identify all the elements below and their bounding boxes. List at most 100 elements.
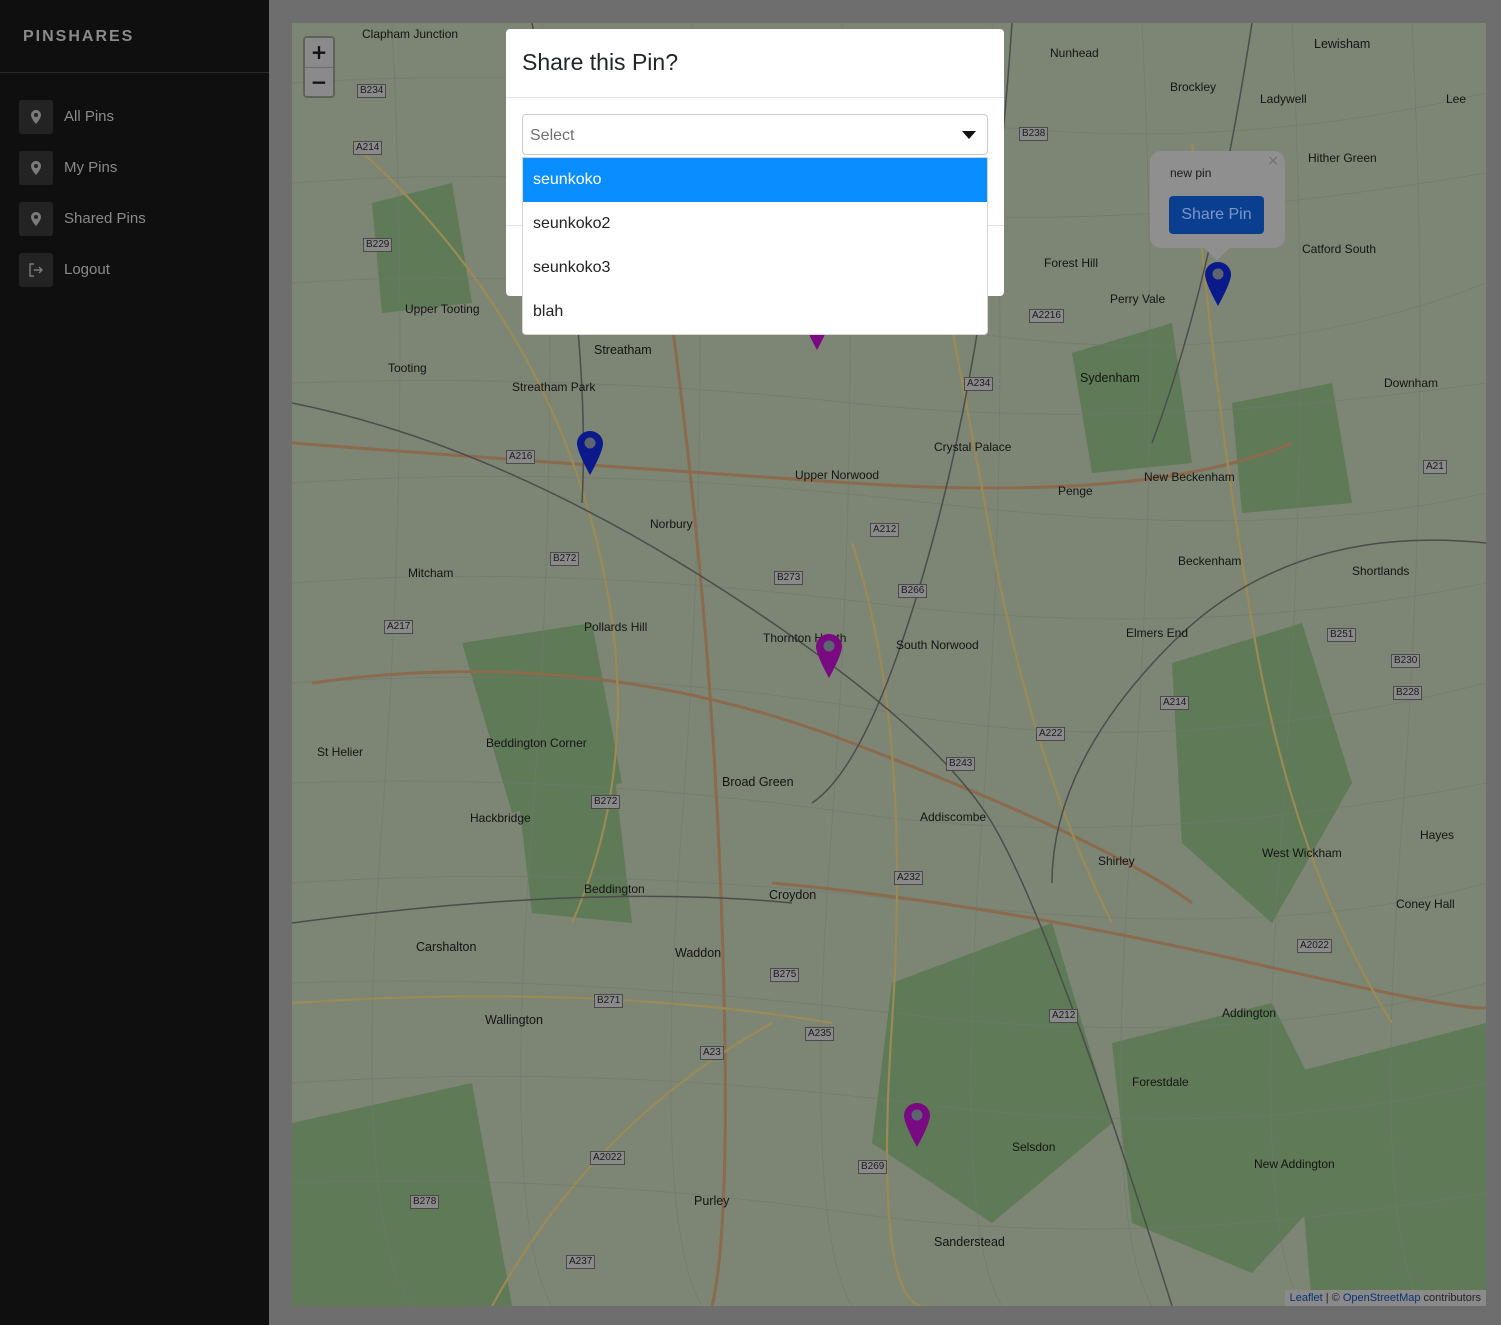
place-label: Streatham Park	[512, 380, 596, 394]
place-label: Lewisham	[1314, 37, 1371, 51]
road-shield: A21	[1423, 460, 1447, 474]
attribution-suffix: contributors	[1420, 1292, 1481, 1304]
place-label: Waddon	[675, 946, 722, 960]
select-option[interactable]: seunkoko	[523, 158, 987, 202]
map-pin-icon	[19, 201, 53, 236]
zoom-in-button[interactable]: +	[305, 38, 333, 67]
place-label: St Helier	[317, 745, 364, 759]
openstreetmap-link[interactable]: OpenStreetMap	[1343, 1292, 1421, 1304]
road-shield: A2216	[1029, 309, 1064, 323]
place-label: Hayes	[1420, 828, 1455, 842]
zoom-out-button[interactable]: −	[305, 67, 333, 96]
place-label: Beckenham	[1178, 554, 1242, 568]
place-label: South Norwood	[896, 638, 979, 652]
select-options-list: seunkoko seunkoko2 seunkoko3 blah	[522, 157, 988, 335]
place-label: Purley	[694, 1194, 730, 1208]
place-label: Elmers End	[1126, 626, 1189, 640]
map-pin-icon	[19, 150, 53, 185]
sidebar-item-label: Shared Pins	[64, 210, 146, 227]
place-label: Addington	[1222, 1006, 1277, 1020]
road-shield: A2022	[1297, 939, 1332, 953]
place-label: Norbury	[650, 517, 693, 531]
sidebar-nav: All Pins My Pins Shared Pins Logout	[0, 73, 269, 295]
chevron-down-icon[interactable]	[962, 131, 976, 139]
share-pin-button[interactable]: Share Pin	[1169, 196, 1264, 234]
road-shield: B243	[946, 757, 976, 771]
place-label: Selsdon	[1012, 1140, 1056, 1154]
select-option[interactable]: seunkoko3	[523, 246, 987, 290]
road-shield: A2022	[590, 1151, 625, 1165]
popup-close-button[interactable]: ×	[1267, 153, 1279, 169]
place-label: Upper Norwood	[795, 468, 880, 482]
sidebar-item-label: All Pins	[64, 108, 115, 125]
road-shield: A232	[894, 871, 924, 885]
sidebar-item-label: My Pins	[64, 159, 118, 176]
road-shield: B230	[1391, 654, 1421, 668]
attribution-separator: | ©	[1322, 1292, 1343, 1304]
place-label: West Wickham	[1262, 846, 1342, 860]
road-shield: A234	[964, 377, 994, 391]
road-shield: B266	[898, 584, 928, 598]
road-shield: B228	[1393, 686, 1423, 700]
place-label: Sydenham	[1080, 371, 1140, 385]
place-label: Nunhead	[1050, 46, 1099, 60]
place-label: Catford South	[1302, 242, 1377, 256]
place-label: Clapham Junction	[362, 27, 459, 41]
road-shield: A23	[700, 1046, 724, 1060]
road-shield: B278	[410, 1195, 440, 1209]
map-marker-blue-icon[interactable]	[1204, 261, 1232, 307]
road-shield: A237	[566, 1255, 596, 1269]
place-label: Hither Green	[1308, 151, 1377, 165]
select-option[interactable]: blah	[523, 290, 987, 334]
map-marker-purple-icon[interactable]	[903, 1102, 931, 1148]
leaflet-link[interactable]: Leaflet	[1290, 1292, 1323, 1304]
road-shield: A214	[353, 141, 383, 155]
road-shield: A217	[384, 620, 414, 634]
place-label: Wallington	[485, 1013, 543, 1027]
place-label: Coney Hall	[1396, 897, 1455, 911]
sidebar-item-label: Logout	[64, 261, 110, 278]
map-pin-icon	[19, 99, 53, 134]
road-shield: B273	[774, 571, 804, 585]
sidebar-item-shared-pins[interactable]: Shared Pins	[0, 193, 269, 244]
road-shield: A212	[1049, 1009, 1079, 1023]
place-label: Shortlands	[1352, 564, 1410, 578]
road-shield: A212	[870, 523, 900, 537]
place-label: Tooting	[388, 361, 427, 375]
road-shield: A235	[805, 1027, 835, 1041]
place-label: Shirley	[1098, 854, 1135, 868]
map-marker-blue-icon[interactable]	[576, 430, 604, 476]
place-label: Addiscombe	[920, 810, 987, 824]
place-label: Sanderstead	[934, 1235, 1005, 1249]
place-label: Brockley	[1170, 80, 1217, 94]
brand-logo[interactable]: PINSHARES	[0, 0, 269, 73]
road-shield: B238	[1019, 127, 1049, 141]
place-label: Forest Hill	[1044, 256, 1099, 270]
road-shield: A216	[506, 450, 536, 464]
place-label: Croydon	[769, 888, 817, 902]
road-shield: B229	[363, 238, 393, 252]
sidebar-item-all-pins[interactable]: All Pins	[0, 91, 269, 142]
place-label: Pollards Hill	[584, 620, 648, 634]
place-label: Broad Green	[722, 775, 794, 789]
modal-header: Share this Pin?	[506, 29, 1004, 98]
place-label: Forestdale	[1132, 1075, 1189, 1089]
place-label: Mitcham	[408, 566, 454, 580]
select-option[interactable]: seunkoko2	[523, 202, 987, 246]
user-select[interactable]: Select	[522, 114, 988, 155]
sidebar-item-logout[interactable]: Logout	[0, 244, 269, 295]
map-marker-purple-icon[interactable]	[815, 633, 843, 679]
map-attribution: Leaflet | © OpenStreetMap contributors	[1284, 1290, 1486, 1306]
place-label: Upper Tooting	[405, 302, 480, 316]
popup-pin-name: new pin	[1170, 166, 1212, 180]
place-label: Downham	[1384, 376, 1439, 390]
place-label: Beddington	[584, 882, 645, 896]
road-shield: B251	[1327, 628, 1357, 642]
place-label: New Addington	[1254, 1157, 1335, 1171]
road-shield: B234	[357, 84, 387, 98]
logout-icon	[19, 252, 53, 287]
place-label: Penge	[1058, 484, 1093, 498]
road-shield: B269	[858, 1160, 888, 1174]
road-shield: B272	[550, 552, 580, 566]
sidebar-item-my-pins[interactable]: My Pins	[0, 142, 269, 193]
